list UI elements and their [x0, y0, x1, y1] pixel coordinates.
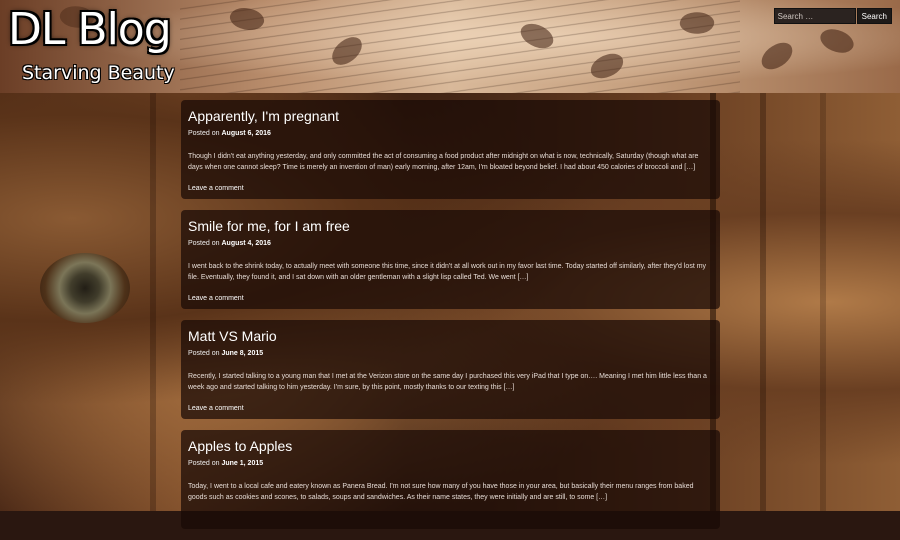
eye-artwork — [40, 253, 130, 323]
butterfly-icon — [756, 38, 798, 74]
leave-comment-link[interactable]: Leave a comment — [188, 185, 713, 192]
site-header: DL Blog Starving Beauty Search — [0, 0, 900, 93]
search-form: Search — [773, 8, 892, 24]
leave-comment-link[interactable]: Leave a comment — [188, 405, 713, 412]
posted-on-label: Posted on — [188, 130, 220, 137]
post-excerpt: Today, I went to a local cafe and eatery… — [188, 483, 694, 501]
post-date-link[interactable]: August 6, 2016 — [221, 130, 270, 137]
search-input[interactable] — [773, 8, 856, 24]
post-excerpt: Recently, I started talking to a young m… — [188, 373, 707, 391]
hair-strand-art — [820, 93, 826, 511]
post-date-link[interactable]: June 1, 2015 — [221, 460, 263, 467]
post-card: Smile for me, for I am free Posted on Au… — [181, 210, 720, 309]
leave-comment-link[interactable]: Leave a comment — [188, 295, 713, 302]
butterfly-icon — [816, 22, 858, 60]
post-date-link[interactable]: June 8, 2015 — [221, 350, 263, 357]
post-title-link[interactable]: Matt VS Mario — [188, 328, 713, 344]
post-card: Apparently, I'm pregnant Posted on Augus… — [181, 100, 720, 199]
post-excerpt: I went back to the shrink today, to actu… — [188, 263, 707, 281]
post-excerpt: Though I didn't eat anything yesterday, … — [188, 153, 699, 171]
header-music-staff-art — [180, 0, 740, 93]
post-title-link[interactable]: Smile for me, for I am free — [188, 218, 713, 234]
site-title[interactable]: DL Blog — [8, 4, 172, 55]
hair-strand-art — [760, 93, 766, 511]
posted-on-label: Posted on — [188, 350, 220, 357]
posted-on-label: Posted on — [188, 240, 220, 247]
site-tagline: Starving Beauty — [22, 62, 175, 84]
posted-on-label: Posted on — [188, 460, 220, 467]
post-meta: Posted on August 4, 2016 — [188, 240, 713, 247]
post-date-link[interactable]: August 4, 2016 — [221, 240, 270, 247]
search-button[interactable]: Search — [856, 8, 892, 24]
post-card: Matt VS Mario Posted on June 8, 2015 Rec… — [181, 320, 720, 419]
post-meta: Posted on August 6, 2016 — [188, 130, 713, 137]
post-meta: Posted on June 8, 2015 — [188, 350, 713, 357]
post-card: Apples to Apples Posted on June 1, 2015 … — [181, 430, 720, 529]
post-title-link[interactable]: Apples to Apples — [188, 438, 713, 454]
post-title-link[interactable]: Apparently, I'm pregnant — [188, 108, 713, 124]
post-list: Apparently, I'm pregnant Posted on Augus… — [181, 100, 720, 540]
hair-strand-art — [150, 93, 156, 511]
post-meta: Posted on June 1, 2015 — [188, 460, 713, 467]
